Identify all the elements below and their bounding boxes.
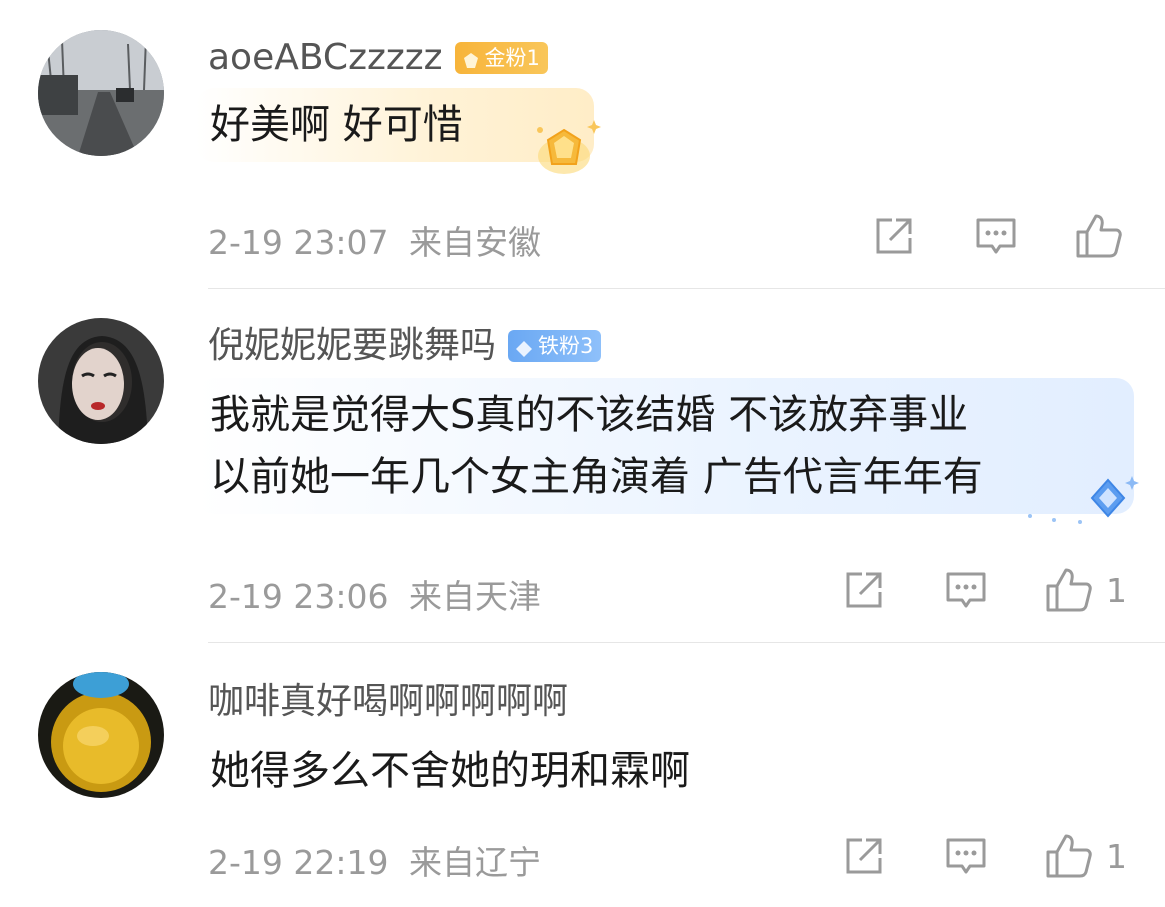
share-button[interactable] (842, 834, 886, 878)
divider (208, 642, 1165, 643)
username-text: aoeABCzzzzz (208, 37, 443, 78)
badge-diamond-icon (514, 336, 534, 357)
divider (208, 288, 1165, 289)
like-count: 1 (1106, 570, 1127, 610)
username[interactable]: 倪妮妮妮要跳舞吗 铁粉3 (208, 325, 602, 366)
avatar[interactable] (38, 318, 164, 444)
like-button[interactable] (1074, 212, 1136, 260)
fan-badge[interactable]: 金粉1 (454, 42, 548, 74)
share-icon (846, 572, 882, 608)
share-icon (846, 838, 882, 874)
share-button[interactable] (842, 568, 886, 612)
comment-bubble: 我就是觉得大S真的不该结婚 不该放弃事业 以前她一年几个女主角演着 广告代言年年… (196, 378, 1134, 514)
action-bar: 1 (842, 832, 1127, 880)
comment-text-line: 我就是觉得大S真的不该结婚 不该放弃事业 (210, 392, 969, 438)
comment-location: 来自天津 (409, 577, 541, 616)
comment-icon (946, 838, 986, 874)
fan-badge[interactable]: 铁粉3 (508, 330, 602, 362)
badge-label: 金粉1 (484, 46, 540, 70)
like-button[interactable]: 1 (1044, 566, 1127, 614)
username[interactable]: aoeABCzzzzz 金粉1 (208, 38, 548, 78)
like-button[interactable]: 1 (1044, 832, 1127, 880)
username[interactable]: 咖啡真好喝啊啊啊啊啊 (208, 682, 568, 722)
like-icon (1046, 834, 1092, 878)
username-text: 咖啡真好喝啊啊啊啊啊 (208, 681, 569, 722)
avatar[interactable] (38, 30, 164, 156)
action-bar (872, 212, 1136, 260)
gold-medal-icon (524, 116, 604, 184)
comment-date: 2-19 23:07 (208, 223, 389, 262)
badge-label: 铁粉3 (538, 334, 594, 358)
comment-meta: 2-19 23:06 来自天津 (208, 570, 541, 618)
like-icon (1076, 214, 1122, 258)
avatar[interactable] (38, 672, 164, 798)
comment-text: 她得多么不舍她的玥和霖啊 (210, 748, 690, 794)
comment-meta: 2-19 23:07 来自安徽 (208, 216, 541, 264)
share-icon (876, 218, 912, 254)
like-icon (1046, 568, 1092, 612)
comment-meta: 2-19 22:19 来自辽宁 (208, 836, 541, 884)
comment-bubble: 她得多么不舍她的玥和霖啊 (196, 734, 704, 808)
comment-date: 2-19 22:19 (208, 843, 389, 882)
share-button[interactable] (872, 214, 916, 258)
action-bar: 1 (842, 566, 1127, 614)
reply-button[interactable] (944, 568, 988, 612)
comment-icon (976, 218, 1016, 254)
badge-crown-icon (461, 48, 481, 68)
username-text: 倪妮妮妮要跳舞吗 (208, 325, 497, 366)
comment-icon (946, 572, 986, 608)
comment-location: 来自辽宁 (409, 843, 541, 882)
blue-diamond-medal-icon (1020, 470, 1140, 540)
comment-location: 来自安徽 (409, 223, 541, 262)
like-count: 1 (1106, 836, 1127, 876)
reply-button[interactable] (974, 214, 1018, 258)
reply-button[interactable] (944, 834, 988, 878)
comment-date: 2-19 23:06 (208, 577, 389, 616)
comment-text-line: 以前她一年几个女主角演着 广告代言年年有 (210, 454, 983, 500)
